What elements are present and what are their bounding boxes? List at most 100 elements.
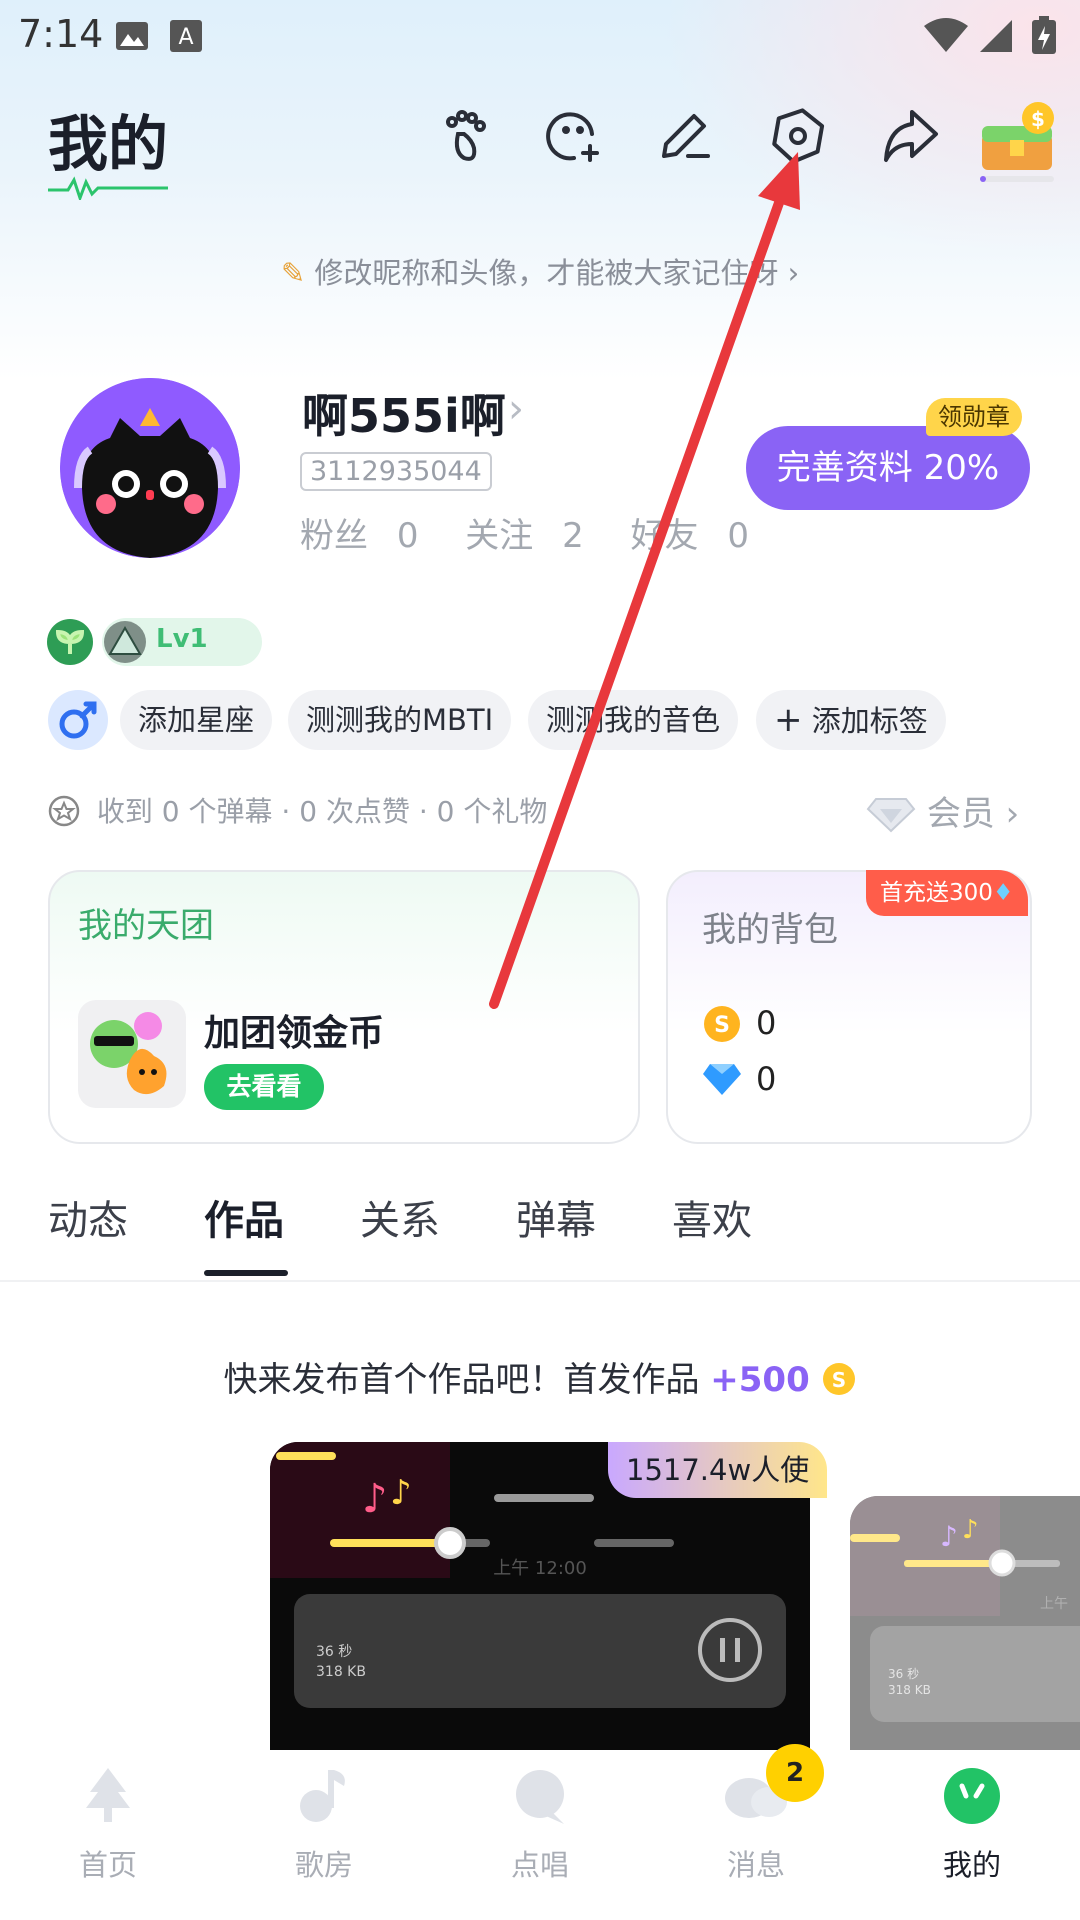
member-label: 会员 xyxy=(926,794,995,834)
nickname-tip[interactable]: ✎ 修改昵称和头像，才能被大家记住呀 › xyxy=(0,250,1080,292)
nav-home[interactable]: 首页 xyxy=(38,1764,178,1884)
fans-value: 0 xyxy=(396,516,419,556)
chevron-right-icon: › xyxy=(1005,794,1020,834)
male-icon xyxy=(59,701,97,739)
image-notification-icon xyxy=(116,22,148,50)
preview-side-size: 318 KB xyxy=(888,1683,931,1697)
title-squiggle-decoration xyxy=(48,176,168,200)
diamond-icon: ♦ xyxy=(992,880,1014,906)
svg-text:♪: ♪ xyxy=(962,1515,979,1545)
coin-icon: S xyxy=(704,1006,740,1042)
me-icon xyxy=(944,1768,1000,1824)
publish-prompt: 快来发布首个作品吧！首发作品 +500 S xyxy=(0,1352,1080,1401)
team-card-title: 我的天团 xyxy=(78,906,214,946)
users-count-badge: 1517.4w人使 xyxy=(608,1442,828,1498)
user-id: 3112935044 xyxy=(300,452,492,491)
preview-duration: 36 秒 xyxy=(316,1644,352,1660)
nickname-tip-text: 修改昵称和头像，才能被大家记住呀 xyxy=(314,256,779,290)
bag-card-title: 我的背包 xyxy=(702,910,838,950)
friends-count[interactable]: 好友 0 xyxy=(631,516,767,556)
tab-works[interactable]: 作品 xyxy=(204,1188,284,1246)
preview-side-time: 上午 xyxy=(1040,1596,1068,1612)
tag-add-label-text: 添加标签 xyxy=(811,704,928,738)
avatar[interactable] xyxy=(60,378,240,558)
battery-icon xyxy=(1032,16,1056,54)
first-recharge-badge[interactable]: 首充送300♦ xyxy=(866,870,1028,916)
tab-relations[interactable]: 关系 xyxy=(360,1188,440,1246)
fans-count[interactable]: 粉丝 0 xyxy=(300,516,436,556)
nav-ktv-room-label: 歌房 xyxy=(294,1848,353,1882)
font-notification-icon: A xyxy=(170,20,202,52)
tag-add-zodiac[interactable]: 添加星座 xyxy=(120,690,273,750)
first-recharge-text: 首充送300 xyxy=(880,880,993,906)
friends-label: 好友 xyxy=(630,516,699,556)
nav-request-song[interactable]: 点唱 xyxy=(470,1764,610,1884)
signal-icon xyxy=(980,20,1012,52)
received-stats: 收到 0 个弹幕 · 0 次点赞 · 0 个礼物 xyxy=(48,790,547,830)
coin-balance: 0 xyxy=(756,1004,777,1042)
add-emoji-icon[interactable] xyxy=(542,104,606,168)
tag-add-label[interactable]: + 添加标签 xyxy=(756,690,946,750)
footprint-icon[interactable] xyxy=(434,104,498,168)
diamond-icon xyxy=(703,1064,741,1095)
fans-label: 粉丝 xyxy=(300,516,368,556)
received-stats-text: 收到 0 个弹幕 · 0 次点赞 · 0 个礼物 xyxy=(96,795,548,828)
following-count[interactable]: 关注 2 xyxy=(465,516,601,556)
share-icon[interactable] xyxy=(878,104,942,168)
social-counts: 粉丝 0 关注 2 好友 0 xyxy=(300,508,785,557)
svg-text:S: S xyxy=(714,1013,730,1038)
following-value: 2 xyxy=(562,516,584,556)
chevron-right-icon[interactable]: › xyxy=(508,386,524,432)
tree-icon xyxy=(86,1768,130,1822)
username[interactable]: 啊555i啊 xyxy=(302,380,506,446)
svg-text:♪: ♪ xyxy=(390,1473,412,1513)
complete-profile-button[interactable]: 完善资料 20% xyxy=(746,426,1030,510)
level-text: Lv1 xyxy=(156,624,208,654)
status-time: 7:14 xyxy=(18,12,104,56)
publish-prompt-text: 快来发布首个作品吧！首发作品 xyxy=(223,1360,700,1400)
svg-text:S: S xyxy=(831,1368,845,1392)
cat-avatar-illustration xyxy=(60,378,240,558)
tab-divider xyxy=(0,1280,1080,1282)
level-triangle-icon xyxy=(104,621,146,663)
tab-dynamics[interactable]: 动态 xyxy=(48,1188,128,1246)
pencil-icon: ✎ xyxy=(280,256,306,290)
nav-request-song-label: 点唱 xyxy=(510,1848,569,1882)
tutorial-preview-card-2[interactable]: ♪ ♪ 上午 36 秒 318 KB xyxy=(850,1496,1080,1750)
edit-icon[interactable] xyxy=(652,104,716,168)
svg-text:♪: ♪ xyxy=(362,1476,388,1522)
active-tab-indicator xyxy=(204,1270,288,1276)
medal-badge[interactable]: 领勋章 xyxy=(926,398,1022,436)
page-title: 我的 xyxy=(48,110,168,180)
music-note-icon xyxy=(300,1770,345,1822)
publish-bonus: +500 xyxy=(710,1360,810,1400)
tag-test-voice[interactable]: 测测我的音色 xyxy=(528,690,739,750)
svg-text:♪: ♪ xyxy=(940,1520,958,1553)
member-link[interactable]: 会员 › xyxy=(866,786,1019,835)
team-view-button[interactable]: 去看看 xyxy=(204,1064,324,1110)
nav-ktv-room[interactable]: 歌房 xyxy=(254,1764,394,1884)
nav-me-label: 我的 xyxy=(942,1848,1001,1882)
svg-text:A: A xyxy=(178,25,193,50)
badge-icon xyxy=(48,795,80,827)
tag-test-mbti[interactable]: 测测我的MBTI xyxy=(288,690,512,750)
team-emoji-image xyxy=(78,1000,186,1108)
message-count-badge: 2 xyxy=(766,1744,824,1802)
tab-likes[interactable]: 喜欢 xyxy=(672,1188,752,1246)
diamond-balance: 0 xyxy=(756,1060,777,1098)
following-label: 关注 xyxy=(465,516,534,556)
settings-icon[interactable] xyxy=(766,104,830,168)
team-card-text: 加团领金币 xyxy=(204,1013,385,1054)
chat-bubble-icon xyxy=(516,1770,564,1824)
tab-danmaku[interactable]: 弹幕 xyxy=(516,1188,596,1246)
preview-size: 318 KB xyxy=(316,1664,366,1680)
chevron-right-icon: › xyxy=(787,256,800,290)
nav-messages-label: 消息 xyxy=(726,1848,785,1882)
sprout-icon xyxy=(47,619,93,665)
svg-text:$: $ xyxy=(1031,107,1045,131)
treasure-icon[interactable]: $ xyxy=(976,96,1064,184)
preview-time: 上午 12:00 xyxy=(493,1558,587,1579)
gender-male-chip[interactable] xyxy=(48,690,108,750)
plus-icon: + xyxy=(774,700,803,740)
nav-me[interactable]: 我的 xyxy=(902,1764,1042,1884)
